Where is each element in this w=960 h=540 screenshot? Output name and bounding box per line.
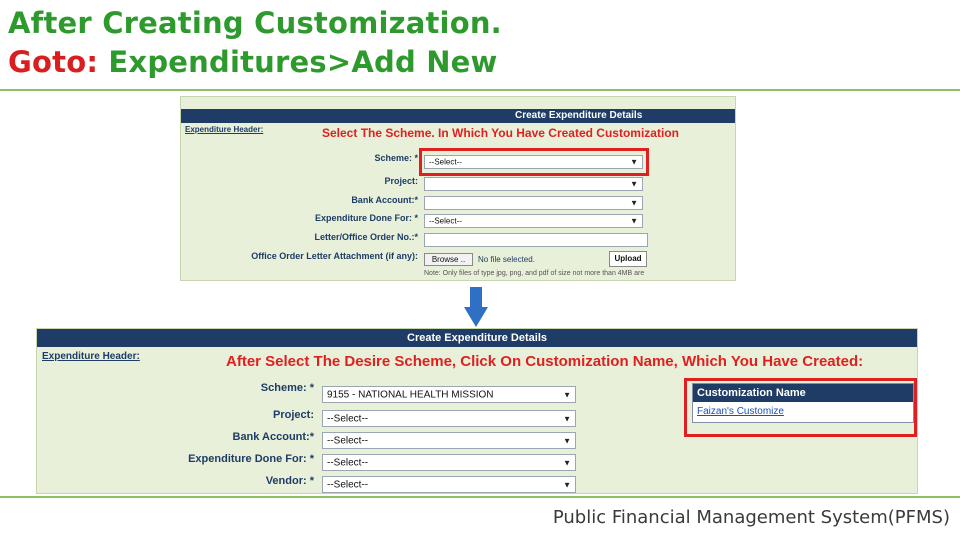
attachment-label: Office Order Letter Attachment (if any): bbox=[251, 251, 418, 261]
chevron-down-icon: ▼ bbox=[630, 179, 638, 189]
bottom-divider bbox=[0, 496, 960, 498]
scheme-label: Scheme: * bbox=[374, 153, 418, 163]
goto-path: Expenditures>Add New bbox=[98, 45, 498, 79]
project-label: Project: bbox=[273, 409, 314, 421]
expenditure-done-for-label: Expenditure Done For: * bbox=[188, 453, 314, 465]
chevron-down-icon: ▼ bbox=[563, 480, 571, 489]
bank-account-select[interactable]: --Select-- ▼ bbox=[322, 432, 576, 449]
instruction-text: After Select The Desire Scheme, Click On… bbox=[226, 353, 864, 370]
scheme-highlight-box bbox=[419, 148, 649, 176]
project-select[interactable]: ▼ bbox=[424, 177, 643, 191]
expenditure-header-label: Expenditure Header: bbox=[185, 125, 264, 134]
bank-account-value: --Select-- bbox=[327, 435, 369, 446]
chevron-down-icon: ▼ bbox=[563, 390, 571, 399]
letter-no-label: Letter/Office Order No.:* bbox=[314, 232, 418, 242]
slide-title-line2: Goto: Expenditures>Add New bbox=[8, 45, 498, 79]
expenditure-done-for-label: Expenditure Done For: * bbox=[314, 213, 418, 223]
browse-button[interactable]: Browse .. bbox=[424, 253, 473, 266]
vendor-label: Vendor: * bbox=[265, 475, 314, 487]
scheme-select[interactable]: 9155 - NATIONAL HEALTH MISSION ▼ bbox=[322, 386, 576, 403]
upload-button[interactable]: Upload bbox=[609, 251, 647, 267]
bank-account-label: Bank Account:* bbox=[232, 431, 315, 443]
chevron-down-icon: ▼ bbox=[563, 414, 571, 423]
chevron-down-icon: ▼ bbox=[563, 436, 571, 445]
scheme-label: Scheme: * bbox=[260, 382, 314, 394]
chevron-down-icon: ▼ bbox=[630, 216, 638, 226]
screenshot-create-expenditure-step1: Create Expenditure Details Expenditure H… bbox=[180, 96, 736, 281]
letter-no-input[interactable] bbox=[424, 233, 648, 247]
expenditure-done-for-value: --Select-- bbox=[429, 216, 462, 226]
scheme-value: 9155 - NATIONAL HEALTH MISSION bbox=[327, 389, 494, 400]
chevron-down-icon: ▼ bbox=[630, 198, 638, 208]
customization-highlight-box bbox=[684, 378, 917, 437]
expenditure-done-for-select[interactable]: --Select-- ▼ bbox=[424, 214, 643, 228]
chevron-down-icon: ▼ bbox=[563, 458, 571, 467]
expenditure-header-label: Expenditure Header: bbox=[42, 351, 140, 362]
slide-title-line1: After Creating Customization. bbox=[8, 6, 502, 40]
project-select[interactable]: --Select-- ▼ bbox=[322, 410, 576, 427]
arrow-down-icon bbox=[464, 287, 488, 327]
instruction-text: Select The Scheme. In Which You Have Cre… bbox=[322, 126, 679, 140]
expenditure-done-for-value: --Select-- bbox=[327, 457, 369, 468]
expenditure-done-for-select[interactable]: --Select-- ▼ bbox=[322, 454, 576, 471]
file-type-note: Note: Only files of type jpg, png, and p… bbox=[424, 270, 645, 277]
file-status: No file selected. bbox=[478, 255, 535, 264]
top-divider bbox=[0, 89, 960, 91]
form-header: Create Expenditure Details bbox=[511, 109, 735, 123]
project-label: Project: bbox=[384, 176, 418, 186]
screenshot-create-expenditure-step2: Create Expenditure Details Expenditure H… bbox=[36, 328, 918, 494]
goto-label: Goto: bbox=[8, 45, 99, 79]
bank-account-label: Bank Account:* bbox=[351, 195, 418, 205]
form-header: Create Expenditure Details bbox=[37, 329, 917, 347]
bank-account-select[interactable]: ▼ bbox=[424, 196, 643, 210]
footer-text: Public Financial Management System(PFMS) bbox=[552, 507, 950, 528]
vendor-value: --Select-- bbox=[327, 479, 369, 490]
project-value: --Select-- bbox=[327, 413, 369, 424]
vendor-select[interactable]: --Select-- ▼ bbox=[322, 476, 576, 493]
